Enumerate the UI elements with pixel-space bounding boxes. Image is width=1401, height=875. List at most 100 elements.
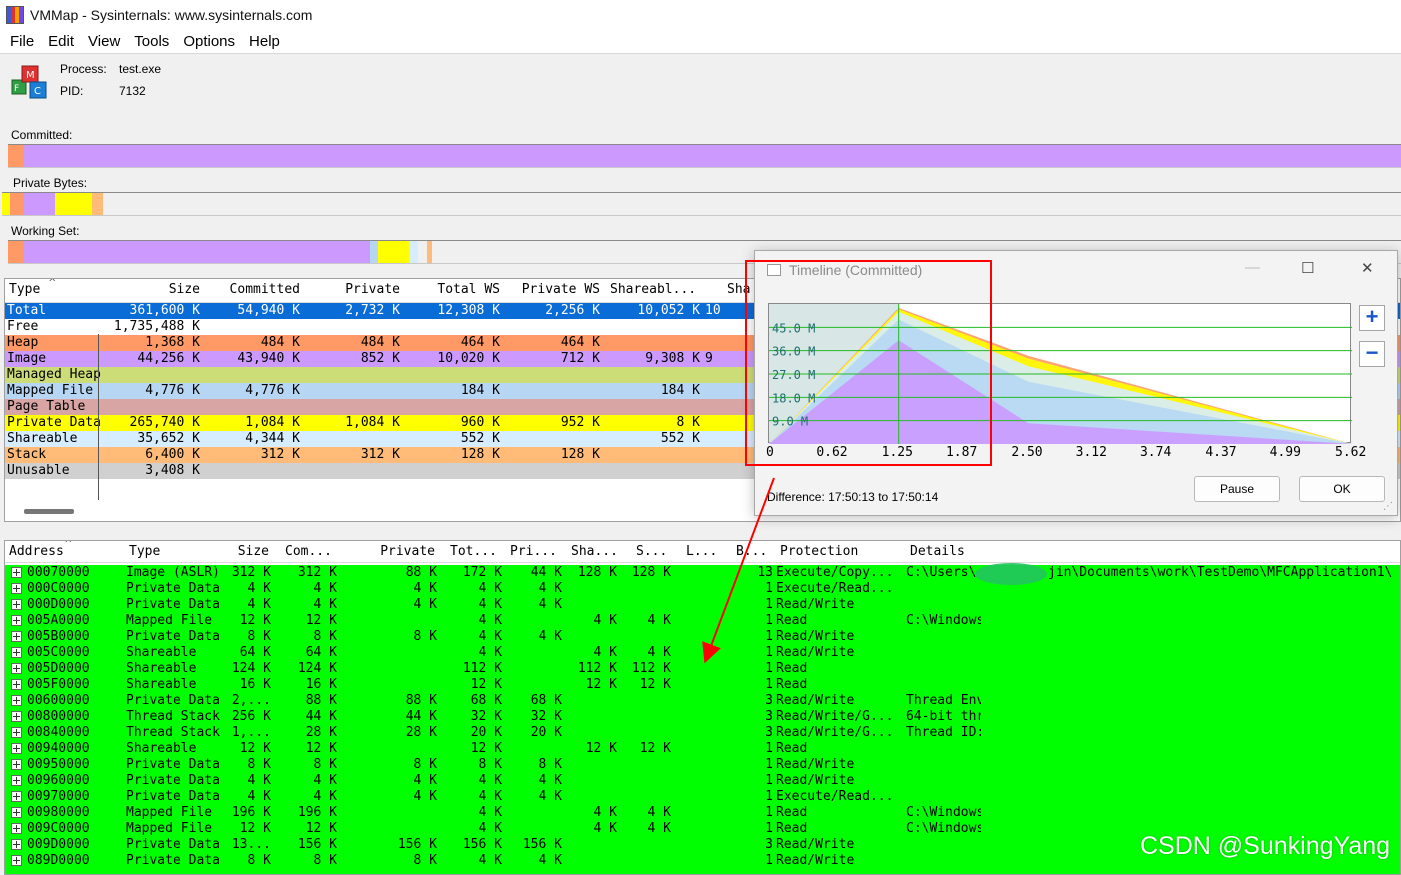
detail-cell: 16 K [305, 677, 337, 692]
detail-cell: Thread Stack [126, 709, 220, 724]
expand-plus-icon[interactable] [11, 823, 22, 834]
expand-plus-icon[interactable] [11, 695, 22, 706]
col-type[interactable]: Type [9, 282, 40, 297]
detail-row[interactable]: 005C0000 Shareable 64 K 64 K 4 K 4 K 4 K 1 Read/… [5, 645, 1400, 661]
close-icon[interactable]: ✕ [1361, 259, 1374, 277]
detail-cell: 4 K [538, 597, 562, 612]
expand-plus-icon[interactable] [11, 679, 22, 690]
col-detail-details[interactable]: Details [910, 544, 965, 559]
pid-value: 7132 [119, 84, 146, 98]
col-detail-type[interactable]: Type [129, 544, 160, 559]
detail-row[interactable]: 00840000 Thread Stack 1,... 28 K 28 K 20 K 20 … [5, 725, 1400, 741]
resize-grip-icon[interactable]: ⋰ [1383, 501, 1393, 512]
expand-plus-icon[interactable] [11, 855, 22, 866]
menu-options[interactable]: Options [176, 33, 242, 50]
expand-plus-icon[interactable] [11, 711, 22, 722]
detail-cell: 1 [765, 757, 773, 772]
menu-view[interactable]: View [81, 33, 127, 50]
col-shareable-ws[interactable]: Shareabl... [610, 282, 696, 297]
ok-button[interactable]: OK [1299, 476, 1385, 502]
detail-cell: C:\Windows\System32\C_936.NLS [906, 805, 981, 820]
col-detail-size[interactable]: Size [225, 544, 269, 559]
expand-plus-icon[interactable] [11, 807, 22, 818]
private-bytes-heap-segment [10, 193, 24, 215]
col-detail-total-ws[interactable]: Tot... [450, 544, 497, 559]
detail-row[interactable]: 00600000 Private Data 2,... 88 K 88 K 68 K 68 … [5, 693, 1400, 709]
ws-heap-segment [8, 241, 24, 263]
expand-plus-icon[interactable] [11, 631, 22, 642]
expand-plus-icon[interactable] [11, 583, 22, 594]
expand-plus-icon[interactable] [11, 567, 22, 578]
menu-tools[interactable]: Tools [127, 33, 176, 50]
summary-scrollbar-thumb[interactable] [24, 509, 74, 514]
col-detail-private[interactable]: Private [355, 544, 435, 559]
menu-help[interactable]: Help [242, 33, 287, 50]
maximize-icon[interactable]: ☐ [1301, 259, 1314, 277]
col-detail-committed[interactable]: Com... [285, 544, 332, 559]
detail-cell: Private Data [126, 629, 220, 644]
detail-row[interactable]: 00940000 Shareable 12 K 12 K 12 K 12 K 12 K 1 Re… [5, 741, 1400, 757]
expand-plus-icon[interactable] [11, 663, 22, 674]
expand-plus-icon[interactable] [11, 759, 22, 770]
expand-plus-icon[interactable] [11, 775, 22, 786]
col-shared-ws[interactable]: Sha [727, 282, 750, 297]
summary-cell: 960 K [460, 415, 500, 430]
summary-cell: 43,940 K [237, 351, 300, 366]
summary-cell-type: Mapped File [7, 383, 94, 398]
detail-row[interactable]: 005B0000 Private Data 8 K 8 K 8 K 4 K 4 K 1 Read… [5, 629, 1400, 645]
expand-plus-icon[interactable] [11, 839, 22, 850]
timeline-x-tick: 0 [766, 445, 774, 460]
summary-cell: 44,256 K [137, 351, 200, 366]
detail-row[interactable]: 005D0000 Shareable 124 K 124 K 112 K 112 K 112… [5, 661, 1400, 677]
detail-row[interactable]: 005F0000 Shareable 16 K 16 K 12 K 12 K 12 K 1 Re… [5, 677, 1400, 693]
summary-cell: 35,652 K [137, 431, 200, 446]
zoom-out-button[interactable]: − [1359, 341, 1385, 367]
private-bytes-label: Private Bytes: [13, 176, 88, 190]
col-total-ws[interactable]: Total WS [405, 282, 500, 297]
col-private[interactable]: Private [305, 282, 400, 297]
col-detail-protection[interactable]: Protection [780, 544, 858, 559]
detail-cell: 88 K [405, 693, 437, 708]
detail-cell: 4 K [413, 581, 437, 596]
expand-plus-icon[interactable] [11, 791, 22, 802]
detail-cell: 1 [765, 805, 773, 820]
expand-plus-icon[interactable] [11, 615, 22, 626]
detail-row[interactable]: 00070000 Image (ASLR) 312 K 312 K 88 K 172 K 4… [5, 565, 1400, 581]
col-detail-private-ws[interactable]: Pri... [510, 544, 557, 559]
menu-edit[interactable]: Edit [41, 33, 81, 50]
summary-cell: 128 K [560, 447, 600, 462]
detail-row[interactable]: 00970000 Private Data 4 K 4 K 4 K 4 K 4 K 1 Exec… [5, 789, 1400, 805]
col-detail-shareable-ws[interactable]: Sha... [571, 544, 618, 559]
col-private-ws[interactable]: Private WS [505, 282, 600, 297]
summary-cell: 464 K [460, 335, 500, 350]
expand-plus-icon[interactable] [11, 743, 22, 754]
detail-row[interactable]: 00980000 Mapped File 196 K 196 K 4 K 4 K 4 K 1R… [5, 805, 1400, 821]
minimize-icon[interactable]: — [1245, 259, 1260, 276]
detail-cell: 4 K [538, 629, 562, 644]
expand-plus-icon[interactable] [11, 647, 22, 658]
detail-row[interactable]: 00800000 Thread Stack 256 K 44 K 44 K 32 K 32 … [5, 709, 1400, 725]
vmmap-app-icon [6, 6, 24, 24]
col-detail-blocks[interactable]: B... [736, 544, 767, 559]
detail-cell: 4 K [478, 805, 502, 820]
detail-cell: 1 [765, 597, 773, 612]
col-committed[interactable]: Committed [205, 282, 300, 297]
pause-button[interactable]: Pause [1194, 476, 1280, 502]
detail-cell: 4 K [478, 645, 502, 660]
col-size[interactable]: Size [105, 282, 200, 297]
zoom-in-button[interactable]: + [1359, 305, 1385, 331]
detail-row[interactable]: 000C0000 Private Data 4 K 4 K 4 K 4 K 4 K 1 Exec… [5, 581, 1400, 597]
expand-plus-icon[interactable] [11, 727, 22, 738]
detail-cell: 156 K [462, 837, 502, 852]
col-detail-shared-ws[interactable]: S... [636, 544, 667, 559]
col-detail-locked[interactable]: L... [686, 544, 717, 559]
detail-row[interactable]: 005A0000 Mapped File 12 K 12 K 4 K 4 K 4 K 1 Rea… [5, 613, 1400, 629]
detail-row[interactable]: 00960000 Private Data 4 K 4 K 4 K 4 K 4 K 1 Read… [5, 773, 1400, 789]
detail-row[interactable]: 000D0000 Private Data 4 K 4 K 4 K 4 K 4 K 1 Read… [5, 597, 1400, 613]
process-label: Process: [60, 62, 107, 76]
detail-cell: Read [776, 805, 808, 820]
col-address[interactable]: Address [9, 544, 64, 559]
menu-file[interactable]: File [3, 33, 41, 50]
expand-plus-icon[interactable] [11, 599, 22, 610]
detail-row[interactable]: 00950000 Private Data 8 K 8 K 8 K 8 K 8 K 1 Read… [5, 757, 1400, 773]
